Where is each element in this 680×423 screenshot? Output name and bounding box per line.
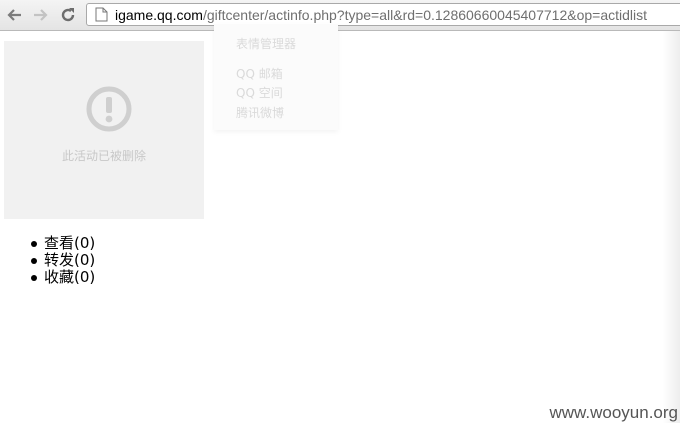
stat-favorites: 收藏(0) [28, 269, 95, 286]
deleted-notice: 此活动已被删除 [61, 149, 146, 163]
bullet-icon [31, 258, 37, 264]
stat-views: 查看(0) [28, 235, 95, 252]
arrow-right-icon [34, 9, 48, 21]
watermark: www.wooyun.org [549, 403, 678, 422]
menu-item[interactable]: QQ 空间 [236, 86, 283, 101]
activity-deleted-placeholder: 此活动已被删除 [4, 41, 204, 219]
back-button[interactable] [5, 5, 25, 25]
stat-count: (0) [74, 268, 96, 286]
menu-item[interactable]: 表情管理器 [236, 37, 296, 52]
page-icon [95, 7, 108, 22]
alert-icon [86, 86, 132, 132]
reload-button[interactable] [58, 5, 78, 25]
url-path: /giftcenter/actinfo.php?type=all&rd=0.12… [202, 7, 647, 23]
reload-icon [61, 8, 75, 22]
bullet-icon [31, 241, 37, 247]
address-bar[interactable]: igame.qq.com/giftcenter/actinfo.php?type… [86, 3, 680, 26]
arrow-left-icon [7, 9, 21, 21]
page-edge-shadow [662, 31, 680, 423]
stat-count: (0) [74, 234, 96, 252]
url-text: igame.qq.com/giftcenter/actinfo.php?type… [115, 7, 647, 23]
stat-label: 查看 [44, 234, 75, 252]
bullet-icon [31, 275, 37, 281]
stat-label: 收藏 [44, 268, 75, 286]
forward-button[interactable] [30, 5, 50, 25]
menu-item[interactable]: QQ 邮箱 [236, 67, 283, 82]
activity-stats-list: 查看(0) 转发(0) 收藏(0) [28, 235, 95, 286]
browser-toolbar: igame.qq.com/giftcenter/actinfo.php?type… [0, 0, 680, 31]
share-dropdown-menu: 表情管理器 QQ 邮箱 QQ 空间 腾讯微博 [214, 24, 338, 130]
stat-shares: 转发(0) [28, 252, 95, 269]
stat-label: 转发 [44, 251, 75, 269]
menu-item[interactable]: 腾讯微博 [236, 106, 284, 121]
url-domain: igame.qq.com [115, 7, 203, 23]
stat-count: (0) [74, 251, 96, 269]
